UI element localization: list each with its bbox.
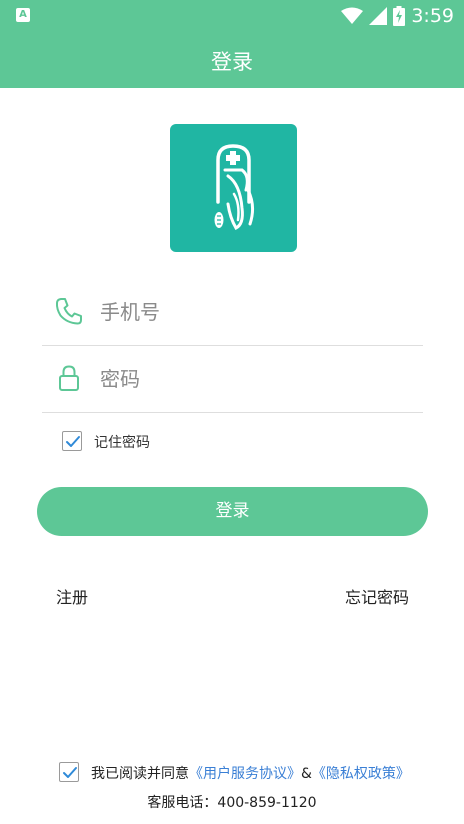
title-bar: 登录 [0,32,464,88]
user-agreement-link[interactable]: 《用户服务协议》 [189,766,301,782]
agreement-prefix: 我已阅读并同意 [91,766,189,782]
cellular-signal-icon [369,7,388,25]
phone-icon [55,298,82,325]
privacy-policy-link[interactable]: 《隐私权政策》 [312,766,410,782]
page-title: 登录 [211,50,253,74]
checkmark-icon [66,436,80,447]
checkmark-icon [63,767,77,778]
app-notification-icon: A [16,8,30,22]
app-logo [170,124,297,252]
status-time: 3:59 [411,5,454,27]
forgot-password-link[interactable]: 忘记密码 [345,584,409,608]
password-input[interactable] [100,359,410,399]
agreement-text: 我已阅读并同意《用户服务协议》&《隐私权政策》 [91,763,410,783]
remember-password-label[interactable]: 记住密码 [94,432,150,452]
agreement-row: 我已阅读并同意《用户服务协议》&《隐私权政策》 [0,762,464,784]
battery-charging-icon [393,6,406,26]
medical-app-logo-icon [214,144,255,230]
login-button[interactable]: 登录 [37,487,428,536]
status-bar: A 3:59 [0,0,464,32]
phone-field-row [42,280,423,346]
wifi-icon [341,7,364,24]
register-link[interactable]: 注册 [56,584,88,608]
remember-password-checkbox[interactable] [62,431,82,451]
lock-icon [59,365,79,391]
phone-input[interactable] [100,292,410,332]
customer-service-hotline: 客服电话：400-859-1120 [147,795,317,811]
password-field-row [42,347,423,413]
status-icons: 3:59 [341,4,454,28]
agreement-checkbox[interactable] [59,762,79,782]
agreement-separator: & [301,766,312,782]
